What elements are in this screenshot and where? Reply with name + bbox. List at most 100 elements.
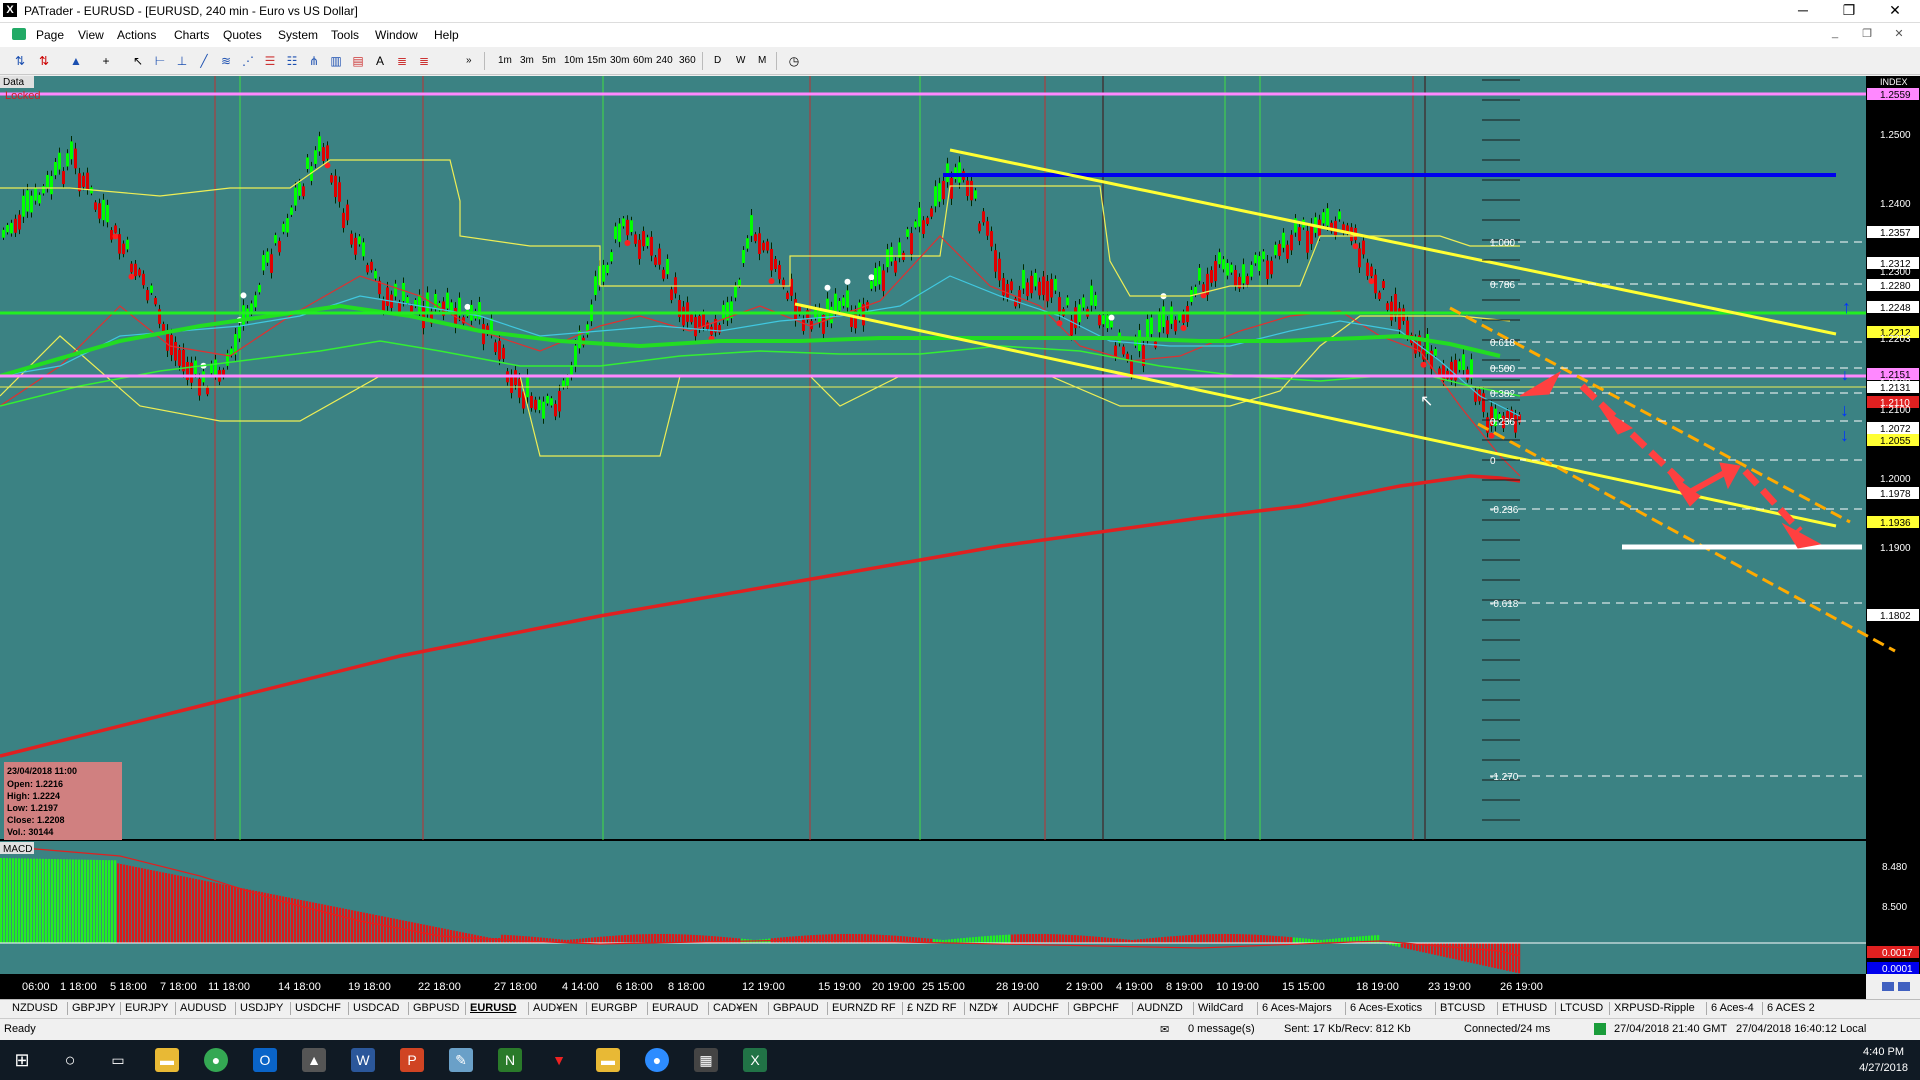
tf-monthly-button[interactable]: M: [758, 55, 766, 66]
scroll-right-icon[interactable]: [1898, 982, 1910, 991]
hline-icon[interactable]: ⊢: [152, 53, 168, 69]
rectangle-icon[interactable]: ▤: [350, 53, 366, 69]
taskbar-clock[interactable]: 4:40 PM 4/27/2018: [1859, 1044, 1908, 1076]
minimize-button[interactable]: ─: [1780, 0, 1826, 22]
word-icon[interactable]: W: [351, 1048, 375, 1072]
symbol-tab[interactable]: 6 ACES 2: [1767, 1002, 1815, 1014]
symbol-tab[interactable]: 6 Aces-Exotics: [1350, 1002, 1422, 1014]
menu-system[interactable]: System: [278, 28, 318, 42]
trendline-icon[interactable]: ╱: [196, 53, 212, 69]
symbol-tab[interactable]: EURGBP: [591, 1002, 637, 1014]
symbol-tab[interactable]: GBPJPY: [72, 1002, 115, 1014]
channel-icon[interactable]: ≋: [218, 53, 234, 69]
folder-icon[interactable]: ▬: [596, 1048, 620, 1072]
red-app-icon[interactable]: ▼: [547, 1048, 571, 1072]
symbol-tab[interactable]: £ NZD RF: [907, 1002, 957, 1014]
symbol-tab[interactable]: CAD¥EN: [713, 1002, 758, 1014]
symbol-tab[interactable]: BTCUSD: [1440, 1002, 1485, 1014]
file-explorer-icon[interactable]: ▬: [155, 1048, 179, 1072]
pitchfork-icon[interactable]: ⋔: [306, 53, 322, 69]
levels-icon[interactable]: ≣: [416, 53, 432, 69]
tf-360-button[interactable]: 360: [679, 55, 696, 66]
powerpoint-icon[interactable]: P: [400, 1048, 424, 1072]
symbol-tab[interactable]: GBPCHF: [1073, 1002, 1119, 1014]
symbol-tab[interactable]: AUDUSD: [180, 1002, 226, 1014]
status-messages[interactable]: 0 message(s): [1188, 1023, 1255, 1035]
page-icon[interactable]: [12, 28, 26, 40]
menu-view[interactable]: View: [78, 28, 104, 42]
symbol-tab[interactable]: ETHUSD: [1502, 1002, 1547, 1014]
mdi-restore-button[interactable]: ❐: [1852, 27, 1882, 43]
symbol-tab[interactable]: EURUSD: [470, 1002, 516, 1014]
mail-icon[interactable]: ✉: [1160, 1023, 1169, 1036]
buy-icon[interactable]: ⇅: [12, 53, 28, 69]
chrome-icon[interactable]: ●: [204, 1048, 228, 1072]
menu-quotes[interactable]: Quotes: [223, 28, 262, 42]
ninja-icon[interactable]: N: [498, 1048, 522, 1072]
symbol-tab[interactable]: GBPUSD: [413, 1002, 459, 1014]
symbol-tab[interactable]: USDCAD: [353, 1002, 399, 1014]
maximize-button[interactable]: ❐: [1826, 0, 1872, 22]
clock-icon[interactable]: ◷: [786, 53, 802, 69]
symbol-tab[interactable]: 6 Aces-4: [1711, 1002, 1754, 1014]
tf-15m-button[interactable]: 15m: [587, 55, 606, 66]
symbol-tab[interactable]: EURNZD RF: [832, 1002, 896, 1014]
list-icon[interactable]: ≣: [394, 53, 410, 69]
vline-icon[interactable]: ⊥: [174, 53, 190, 69]
menu-page[interactable]: Page: [36, 28, 64, 42]
symbol-tab[interactable]: USDCHF: [295, 1002, 341, 1014]
chart-icon[interactable]: ▲: [68, 53, 84, 69]
mdi-close-button[interactable]: ✕: [1884, 27, 1914, 43]
search-icon[interactable]: ○: [58, 1048, 82, 1072]
tf-daily-button[interactable]: D: [714, 55, 721, 66]
symbol-tab[interactable]: AUDCHF: [1013, 1002, 1059, 1014]
mdi-minimize-button[interactable]: _: [1820, 27, 1850, 43]
tf-1m-button[interactable]: 1m: [498, 55, 512, 66]
close-button[interactable]: ✕: [1872, 0, 1918, 22]
symbol-tab[interactable]: WildCard: [1198, 1002, 1243, 1014]
symbol-tab[interactable]: NZD¥: [969, 1002, 998, 1014]
symbol-tab[interactable]: 6 Aces-Majors: [1262, 1002, 1332, 1014]
toolbar-more-button[interactable]: »: [466, 55, 472, 66]
symbol-tab[interactable]: NZDUSD: [12, 1002, 58, 1014]
menu-charts[interactable]: Charts: [174, 28, 209, 42]
outlook-icon[interactable]: O: [253, 1048, 277, 1072]
tf-30m-button[interactable]: 30m: [610, 55, 629, 66]
task-view-icon[interactable]: ▭: [106, 1048, 130, 1072]
text-icon[interactable]: A: [372, 53, 388, 69]
tf-240-button[interactable]: 240: [656, 55, 673, 66]
sell-icon[interactable]: ⇅: [36, 53, 52, 69]
cursor-icon[interactable]: ↖: [130, 53, 146, 69]
tf-5m-button[interactable]: 5m: [542, 55, 556, 66]
tf-10m-button[interactable]: 10m: [564, 55, 583, 66]
symbol-tab[interactable]: AUD¥EN: [533, 1002, 578, 1014]
symbol-tab[interactable]: AUDNZD: [1137, 1002, 1183, 1014]
calculator-icon[interactable]: ▦: [694, 1048, 718, 1072]
fib-retracement-icon[interactable]: ☰: [262, 53, 278, 69]
price-chart[interactable]: 1.000 0.786 0.618 0.500 0.382 0.236 0 -0.236 -0.…: [0, 75, 1920, 999]
fib-fan-icon[interactable]: ⋰: [240, 53, 256, 69]
menu-help[interactable]: Help: [434, 28, 459, 42]
chart-area[interactable]: 1.000 0.786 0.618 0.500 0.382 0.236 0 -0.236 -0.…: [0, 75, 1920, 999]
windows-start-icon[interactable]: ⊞: [10, 1048, 34, 1072]
excel-icon[interactable]: X: [743, 1048, 767, 1072]
menu-tools[interactable]: Tools: [331, 28, 359, 42]
fib-extension-icon[interactable]: ☷: [284, 53, 300, 69]
menu-window[interactable]: Window: [375, 28, 418, 42]
zoom-icon[interactable]: ●: [645, 1048, 669, 1072]
symbol-tab[interactable]: EURAUD: [652, 1002, 698, 1014]
crosshair-icon[interactable]: +: [98, 53, 114, 69]
patrader-icon[interactable]: ▲: [302, 1048, 326, 1072]
scroll-left-icon[interactable]: [1882, 982, 1894, 991]
tf-60m-button[interactable]: 60m: [633, 55, 652, 66]
symbol-tab[interactable]: XRPUSD-Ripple: [1614, 1002, 1695, 1014]
tf-weekly-button[interactable]: W: [736, 55, 745, 66]
symbol-tab[interactable]: LTCUSD: [1560, 1002, 1603, 1014]
gann-icon[interactable]: ▥: [328, 53, 344, 69]
tf-3m-button[interactable]: 3m: [520, 55, 534, 66]
notes-icon[interactable]: ✎: [449, 1048, 473, 1072]
symbol-tab[interactable]: GBPAUD: [773, 1002, 819, 1014]
symbol-tab[interactable]: EURJPY: [125, 1002, 168, 1014]
symbol-tab[interactable]: USDJPY: [240, 1002, 283, 1014]
menu-actions[interactable]: Actions: [117, 28, 156, 42]
